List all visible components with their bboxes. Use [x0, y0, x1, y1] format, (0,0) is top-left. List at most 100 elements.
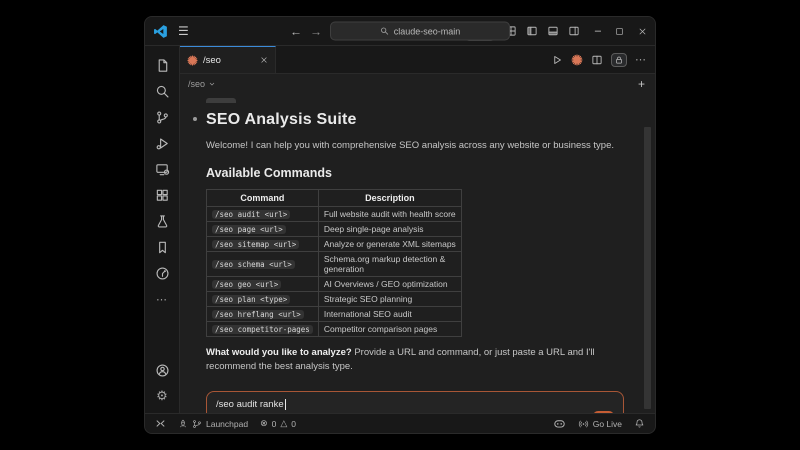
- column-header-command: Command: [207, 190, 319, 207]
- sidebar-item-testing[interactable]: [145, 208, 179, 234]
- toggle-sidebar-right-icon[interactable]: [568, 25, 580, 37]
- description-cell: Analyze or generate XML sitemaps: [318, 237, 461, 252]
- copilot-status-icon[interactable]: [553, 418, 566, 429]
- breadcrumb-chevron-icon: [208, 80, 216, 88]
- sidebar-item-extensions[interactable]: [145, 182, 179, 208]
- table-row: /seo competitor-pages Competitor compari…: [207, 322, 462, 337]
- back-icon[interactable]: ←: [290, 25, 302, 37]
- close-window-button[interactable]: [638, 27, 647, 36]
- launchpad-label: Launchpad: [206, 419, 248, 429]
- problems-status-item[interactable]: ⊗ 0 △ 0: [260, 419, 296, 429]
- error-icon: ⊗: [260, 419, 268, 428]
- table-row: /seo geo <url> AI Overviews / GEO optimi…: [207, 277, 462, 292]
- sidebar-item-remote-explorer[interactable]: [145, 156, 179, 182]
- command-cell: /seo audit <url>: [207, 207, 319, 222]
- rocket-icon: [178, 419, 188, 429]
- source-control-icon: [155, 110, 170, 125]
- search-icon: [380, 27, 389, 36]
- lock-toggle-button[interactable]: [611, 53, 627, 67]
- table-row: /seo schema <url> Schema.org markup dete…: [207, 252, 462, 277]
- sidebar-item-source-control[interactable]: [145, 104, 179, 130]
- bookmark-icon: [155, 240, 170, 255]
- menu-icon[interactable]: ☰: [178, 24, 189, 38]
- beaker-icon: [155, 214, 170, 229]
- remote-indicator-icon[interactable]: [155, 418, 166, 429]
- sidebar-item-bookmarks[interactable]: [145, 234, 179, 260]
- toggle-panel-icon[interactable]: [547, 25, 559, 37]
- activity-bar: ⋯ ⚙: [145, 46, 180, 413]
- message-bullet: [193, 117, 197, 121]
- new-chat-button[interactable]: +: [638, 77, 645, 91]
- sidebar-item-pinned[interactable]: [145, 260, 179, 286]
- command-cell: /seo schema <url>: [207, 252, 319, 277]
- description-cell: Deep single-page analysis: [318, 222, 461, 237]
- launchpad-status-item[interactable]: Launchpad: [178, 419, 248, 429]
- description-cell: International SEO audit: [318, 307, 461, 322]
- table-row: /seo audit <url> Full website audit with…: [207, 207, 462, 222]
- sidebar-more-actions[interactable]: ⋯: [145, 286, 179, 312]
- forward-icon[interactable]: →: [310, 25, 322, 37]
- ellipsis-icon: ⋯: [156, 293, 168, 306]
- maximize-button[interactable]: [615, 27, 624, 36]
- broadcast-icon: [578, 419, 589, 429]
- command-cell: /seo competitor-pages: [207, 322, 319, 337]
- description-cell: Full website audit with health score: [318, 207, 461, 222]
- prompt-question: What would you like to analyze?: [206, 347, 352, 358]
- tab-seo[interactable]: /seo: [180, 46, 276, 73]
- claude-icon: [187, 55, 198, 66]
- warning-count: 0: [291, 419, 296, 429]
- go-live-label: Go Live: [593, 419, 622, 429]
- claude-action-icon[interactable]: [571, 54, 583, 66]
- notifications-bell-icon[interactable]: [634, 418, 645, 429]
- command-cell: /seo hreflang <url>: [207, 307, 319, 322]
- go-live-status-item[interactable]: Go Live: [578, 419, 622, 429]
- chat-input-box[interactable]: /seo audit ranke Ask before edits: [206, 391, 624, 414]
- tab-close-icon[interactable]: [260, 56, 268, 64]
- chat-input-field[interactable]: /seo audit ranke: [216, 399, 614, 410]
- tab-label: /seo: [203, 55, 255, 66]
- description-cell: Schema.org markup detection & generation: [318, 252, 461, 277]
- remote-explorer-icon: [155, 162, 170, 177]
- search-sidebar-icon: [155, 84, 170, 99]
- description-cell: Strategic SEO planning: [318, 292, 461, 307]
- command-cell: /seo geo <url>: [207, 277, 319, 292]
- accounts-button[interactable]: [155, 357, 170, 383]
- letterbox-stage: ☰ ← → claude-seo-main: [0, 0, 800, 450]
- breadcrumb-item[interactable]: /seo: [188, 79, 205, 89]
- warning-icon: △: [280, 419, 287, 428]
- command-center-search[interactable]: claude-seo-main: [330, 22, 510, 41]
- split-editor-icon[interactable]: [591, 54, 603, 66]
- vscode-logo: [153, 24, 168, 39]
- run-debug-icon: [155, 136, 170, 151]
- title-bar: ☰ ← → claude-seo-main: [145, 17, 655, 46]
- scrollbar-thumb[interactable]: [644, 127, 651, 409]
- table-row: /seo sitemap <url> Analyze or generate X…: [207, 237, 462, 252]
- minimize-button[interactable]: –: [595, 25, 601, 37]
- run-file-icon[interactable]: [551, 54, 563, 66]
- vscode-window: ☰ ← → claude-seo-main: [144, 16, 656, 434]
- sidebar-item-search[interactable]: [145, 78, 179, 104]
- welcome-text: Welcome! I can help you with comprehensi…: [206, 140, 621, 151]
- text-cursor: [285, 399, 286, 410]
- sidebar-item-explorer[interactable]: [145, 52, 179, 78]
- commands-table: Command Description /seo audit <url> Ful…: [206, 189, 462, 337]
- prompt-text: What would you like to analyze? Provide …: [206, 346, 646, 375]
- page-title: SEO Analysis Suite: [206, 111, 621, 129]
- editor-more-actions-icon[interactable]: ⋯: [635, 53, 647, 66]
- tab-bar: /seo ⋯: [180, 46, 655, 74]
- sidebar-item-run-debug[interactable]: [145, 130, 179, 156]
- pin-circle-icon: [155, 266, 170, 281]
- chat-panel: SEO Analysis Suite Welcome! I can help y…: [180, 93, 655, 413]
- scrolled-message-remnant: [206, 98, 236, 103]
- gear-icon: ⚙: [156, 388, 168, 404]
- send-button[interactable]: ↑: [593, 411, 614, 414]
- chat-input-value: /seo audit ranke: [216, 399, 284, 410]
- column-header-description: Description: [318, 190, 461, 207]
- table-row: /seo plan <type> Strategic SEO planning: [207, 292, 462, 307]
- command-cell: /seo sitemap <url>: [207, 237, 319, 252]
- toggle-sidebar-left-icon[interactable]: [526, 25, 538, 37]
- description-cell: AI Overviews / GEO optimization: [318, 277, 461, 292]
- command-cell: /seo plan <type>: [207, 292, 319, 307]
- settings-button[interactable]: ⚙: [155, 383, 170, 409]
- table-row: /seo page <url> Deep single-page analysi…: [207, 222, 462, 237]
